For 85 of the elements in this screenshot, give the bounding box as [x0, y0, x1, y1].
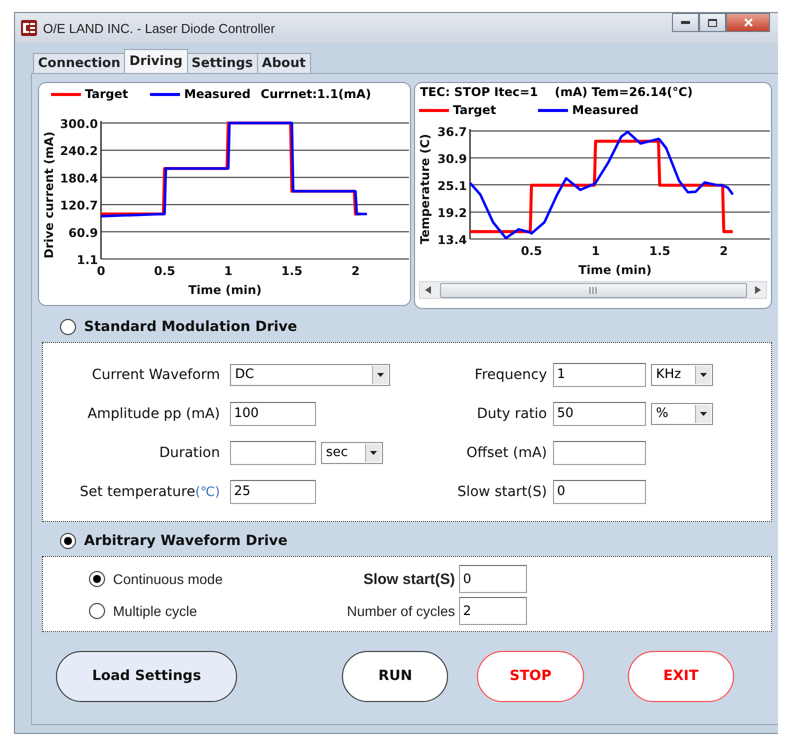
caret-icon [700, 372, 707, 376]
tick-label: 240.2 [60, 144, 98, 158]
scrollbar-thumb[interactable] [440, 282, 746, 298]
radio-label: Standard Modulation Drive [84, 319, 298, 335]
caret-icon [377, 372, 384, 376]
input-field[interactable]: 0 [553, 480, 646, 504]
radio-button[interactable] [60, 319, 76, 335]
tick-label: 25.1 [437, 178, 467, 193]
tick-label: 180.4 [60, 171, 98, 186]
arrow-left-icon[interactable] [425, 286, 431, 294]
input-field[interactable]: 25 [230, 480, 316, 504]
radio-label: Multiple cycle [113, 603, 198, 619]
dropdown[interactable]: DC [230, 364, 390, 386]
horizontal-scrollbar[interactable] [419, 281, 767, 299]
tick-label: 1.5 [281, 264, 303, 278]
close-icon [744, 18, 752, 27]
button[interactable]: STOP [477, 650, 584, 702]
tick-label: 60.9 [68, 226, 98, 240]
input-field[interactable]: 2 [459, 597, 527, 625]
close-button[interactable] [726, 13, 770, 32]
radio-button[interactable] [89, 603, 105, 619]
radio-label: Arbitrary Waveform Drive [84, 533, 288, 549]
tab[interactable]: Connection [33, 53, 126, 73]
tick-label: 1.5 [649, 244, 670, 258]
minimize-button[interactable] [672, 13, 699, 32]
dropdown[interactable]: KHz [651, 364, 713, 386]
legend-label: Target [85, 87, 128, 101]
input-field[interactable] [230, 440, 316, 464]
tick-label: 2 [351, 264, 360, 278]
tick-label: 0.5 [520, 244, 542, 258]
caret-icon [370, 450, 377, 454]
tick-label: 1 [591, 244, 600, 258]
tick-label: 1.1 [76, 253, 98, 267]
maximize-button[interactable] [699, 13, 726, 32]
field-label: Duty ratio [476, 406, 548, 422]
field-label: Slow start(S) [456, 484, 548, 500]
axis-title: Temperature (C) [418, 134, 432, 244]
tick-label: 0 [96, 264, 106, 278]
button[interactable]: RUN [342, 650, 448, 702]
tick-label: 1 [224, 264, 232, 278]
tick-label: 2 [720, 244, 728, 258]
button[interactable]: EXIT [628, 650, 734, 702]
tab[interactable]: Settings [186, 53, 258, 73]
caret-icon [700, 412, 707, 416]
field-label: Number of cycles [346, 603, 456, 619]
radio-label: Continuous mode [113, 571, 223, 587]
tab[interactable]: Driving [124, 49, 188, 73]
input-field[interactable] [553, 440, 646, 464]
legend-label: Measured [184, 87, 251, 101]
field-label: Duration [158, 444, 221, 460]
field-label: Offset (mA) [465, 444, 548, 460]
legend-label: Target [453, 103, 496, 117]
radio-button[interactable] [89, 571, 105, 587]
window-title: O/E LAND INC. - Laser Diode Controller [43, 20, 276, 36]
status-text: TEC: STOP Itec=1 (mA) Tem=26.14(°C) [419, 84, 694, 101]
legend-label: Measured [572, 103, 639, 117]
tick-label: 300.0 [60, 117, 98, 131]
tick-label: 120.7 [60, 198, 98, 213]
tab[interactable]: About [256, 53, 311, 73]
field-label: Set temperature(℃) [78, 484, 221, 500]
tick-label: 36.7 [437, 125, 467, 139]
input-field[interactable]: 1 [553, 362, 646, 386]
input-field[interactable]: 0 [459, 565, 527, 593]
maximize-icon [708, 18, 717, 26]
axis-title: Drive current (mA) [42, 132, 56, 258]
tick-label: 13.4 [437, 233, 467, 247]
current-reading: Currnet:1.1(mA) [260, 87, 372, 101]
dropdown[interactable]: sec [321, 442, 383, 464]
field-label: Current Waveform [90, 366, 221, 382]
radio-button[interactable] [60, 533, 76, 549]
logo-icon [21, 20, 37, 36]
minimize-icon [681, 21, 690, 24]
tick-label: 30.9 [437, 152, 467, 166]
dropdown[interactable]: % [651, 402, 713, 424]
tick-label: 19.2 [437, 206, 467, 220]
input-field[interactable]: 50 [553, 402, 646, 426]
field-label: Amplitude pp (mA) [86, 406, 221, 422]
tick-label: 0.5 [154, 264, 176, 278]
field-label: Frequency [474, 366, 548, 382]
arrow-right-icon[interactable] [755, 286, 761, 294]
field-label: Slow start(S) [362, 570, 456, 588]
axis-title: Time (min) [188, 283, 262, 297]
input-field[interactable]: 100 [230, 402, 316, 426]
button[interactable]: Load Settings [56, 650, 238, 702]
axis-title: Time (min) [578, 263, 652, 277]
